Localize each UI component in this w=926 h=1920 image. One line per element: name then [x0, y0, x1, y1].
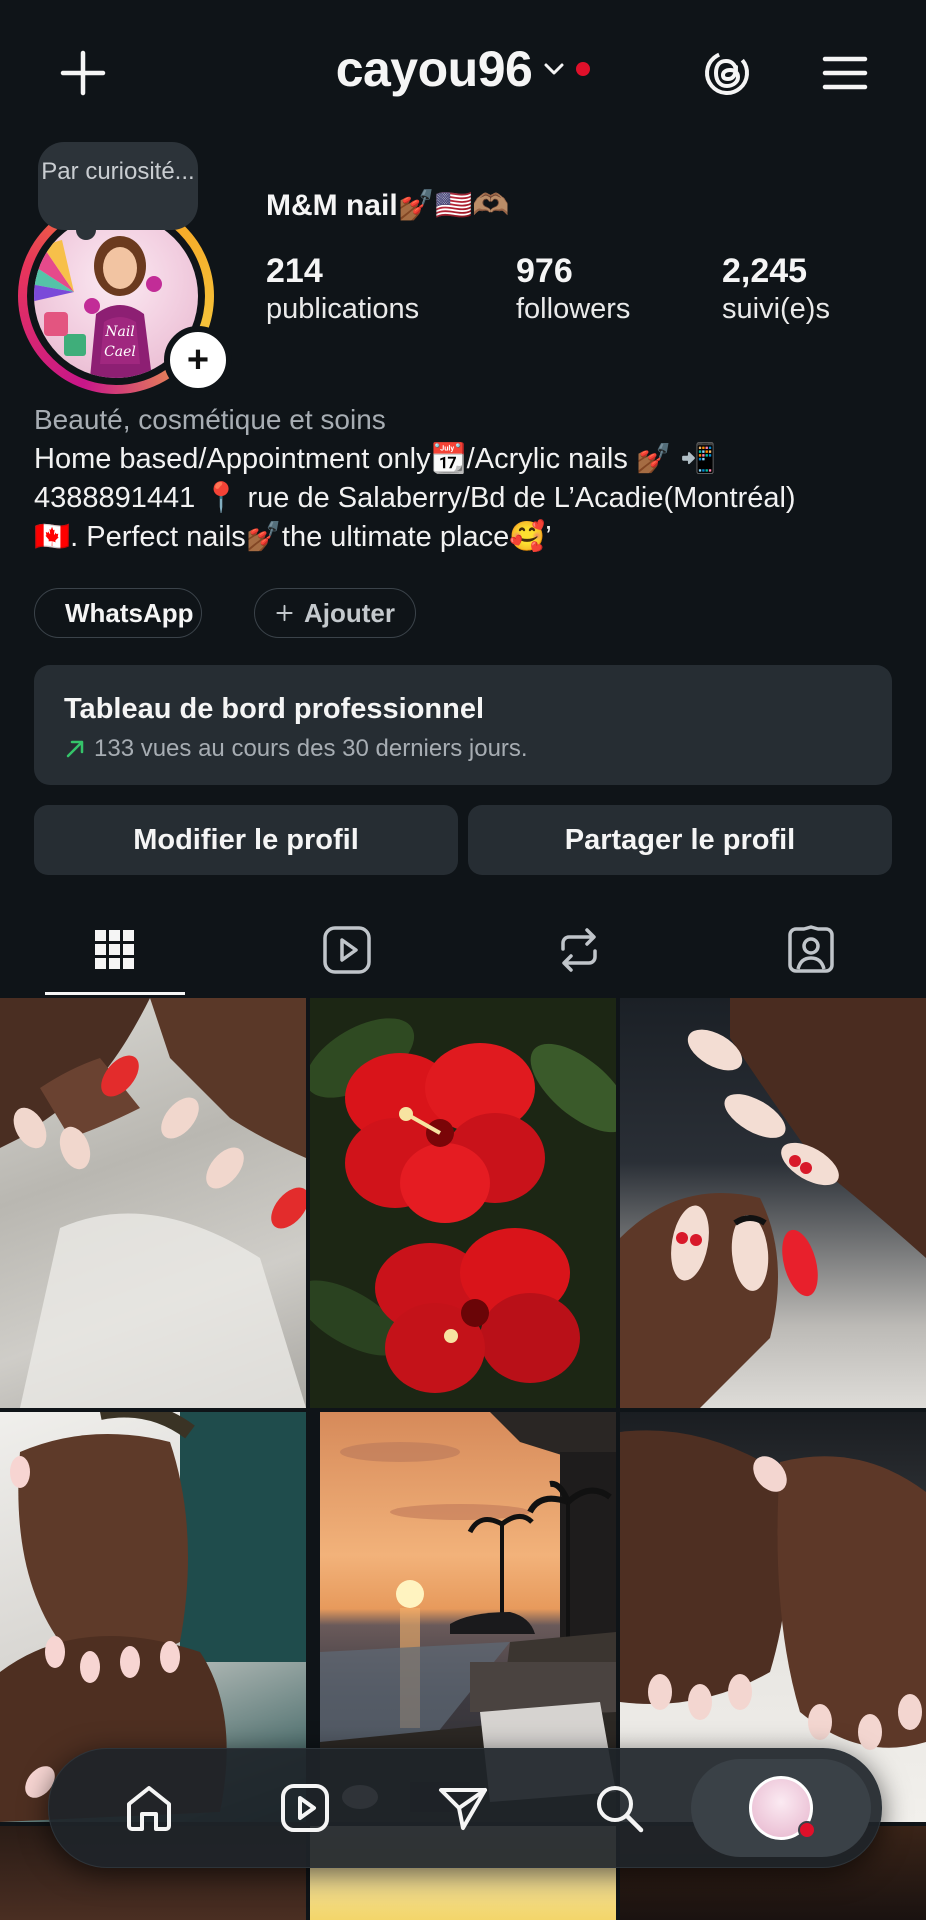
- tab-reposts[interactable]: [539, 920, 619, 980]
- nails-photo: [0, 998, 306, 1408]
- dashboard-title: Tableau de bord professionnel: [64, 693, 485, 725]
- account-switcher[interactable]: cayou96: [0, 40, 926, 98]
- nav-profile[interactable]: [721, 1749, 841, 1867]
- grid-post-nails-1[interactable]: [0, 998, 306, 1408]
- profile-category: Beauté, cosmétique et soins: [34, 404, 386, 435]
- search-icon: [597, 1786, 644, 1833]
- bottom-navigation: [48, 1748, 882, 1868]
- followers-stat[interactable]: 976 followers: [516, 250, 630, 326]
- whatsapp-chip[interactable]: WhatsApp: [34, 588, 202, 638]
- trend-up-arrow-icon: [66, 740, 84, 758]
- direct-send-icon: [439, 1788, 487, 1830]
- threads-button[interactable]: [694, 40, 760, 106]
- professional-dashboard[interactable]: Tableau de bord professionnel 133 vues a…: [34, 665, 892, 785]
- edit-profile-button[interactable]: Modifier le profil: [34, 805, 458, 875]
- profile-avatar-icon: [749, 1776, 816, 1840]
- threads-icon: [705, 51, 749, 95]
- nails-photo: [620, 998, 926, 1408]
- followers-label: followers: [516, 293, 631, 325]
- grid-post-nails-2[interactable]: [620, 998, 926, 1408]
- whatsapp-label: WhatsApp: [65, 597, 194, 628]
- share-profile-label: Partager le profil: [564, 823, 796, 856]
- followers-count: 976: [516, 252, 573, 290]
- tab-grid[interactable]: [75, 920, 155, 980]
- bio-line: 🇨🇦. Perfect nails💅🏾the ultimate place🥰’: [34, 521, 552, 553]
- grid-icon: [95, 930, 134, 969]
- reels-icon: [281, 1784, 329, 1832]
- reposts-icon: [561, 928, 597, 972]
- svg-text:Cael: Cael: [104, 344, 136, 360]
- nav-reels[interactable]: [245, 1749, 365, 1867]
- tab-tagged[interactable]: [771, 920, 851, 980]
- tab-reels[interactable]: [307, 920, 387, 980]
- home-icon: [127, 1786, 171, 1831]
- top-bar: cayou96: [0, 0, 926, 140]
- edit-profile-label: Modifier le profil: [133, 823, 359, 856]
- reels-icon: [323, 926, 371, 974]
- hamburger-menu-icon: [822, 56, 868, 90]
- nav-search[interactable]: [559, 1749, 679, 1867]
- add-chip[interactable]: Ajouter: [254, 588, 416, 638]
- display-name: M&M nail💅🏾🇺🇸🫶🏽: [266, 189, 510, 222]
- nav-home[interactable]: [89, 1749, 209, 1867]
- svg-text:Nail: Nail: [104, 324, 135, 340]
- posts-label: publications: [266, 293, 420, 325]
- posts-stat[interactable]: 214 publications: [266, 250, 419, 326]
- note-bubble[interactable]: Par curiosité...: [38, 142, 198, 240]
- chevron-down-icon: [544, 63, 564, 75]
- grid-post-hibiscus[interactable]: [310, 998, 616, 1408]
- nav-direct[interactable]: [403, 1749, 523, 1867]
- share-profile-button[interactable]: Partager le profil: [468, 805, 892, 875]
- profile-bio: Home based/Appointment only📆/Acrylic nai…: [34, 440, 894, 557]
- note-text: Par curiosité...: [41, 158, 195, 185]
- following-count: 2,245: [722, 252, 808, 290]
- plus-icon: [276, 604, 293, 622]
- username: cayou96: [335, 41, 533, 97]
- bio-line: 4388891441 📍 rue de Salaberry/Bd de L’Ac…: [34, 482, 796, 514]
- add-label: Ajouter: [304, 597, 395, 628]
- active-tab-indicator: [45, 992, 185, 995]
- hibiscus-photo: [310, 1018, 616, 1393]
- following-label: suivi(e)s: [722, 293, 830, 325]
- posts-count: 214: [266, 252, 323, 290]
- dashboard-subtitle: 133 vues au cours des 30 derniers jours.: [94, 735, 528, 762]
- menu-button[interactable]: [812, 40, 878, 106]
- add-story-button[interactable]: +: [164, 326, 232, 394]
- notification-dot: [798, 1821, 816, 1839]
- following-stat[interactable]: 2,245 suivi(e)s: [722, 250, 830, 326]
- tagged-icon: [788, 925, 834, 973]
- notification-dot: [576, 62, 591, 76]
- bio-line: Home based/Appointment only📆/Acrylic nai…: [34, 443, 717, 475]
